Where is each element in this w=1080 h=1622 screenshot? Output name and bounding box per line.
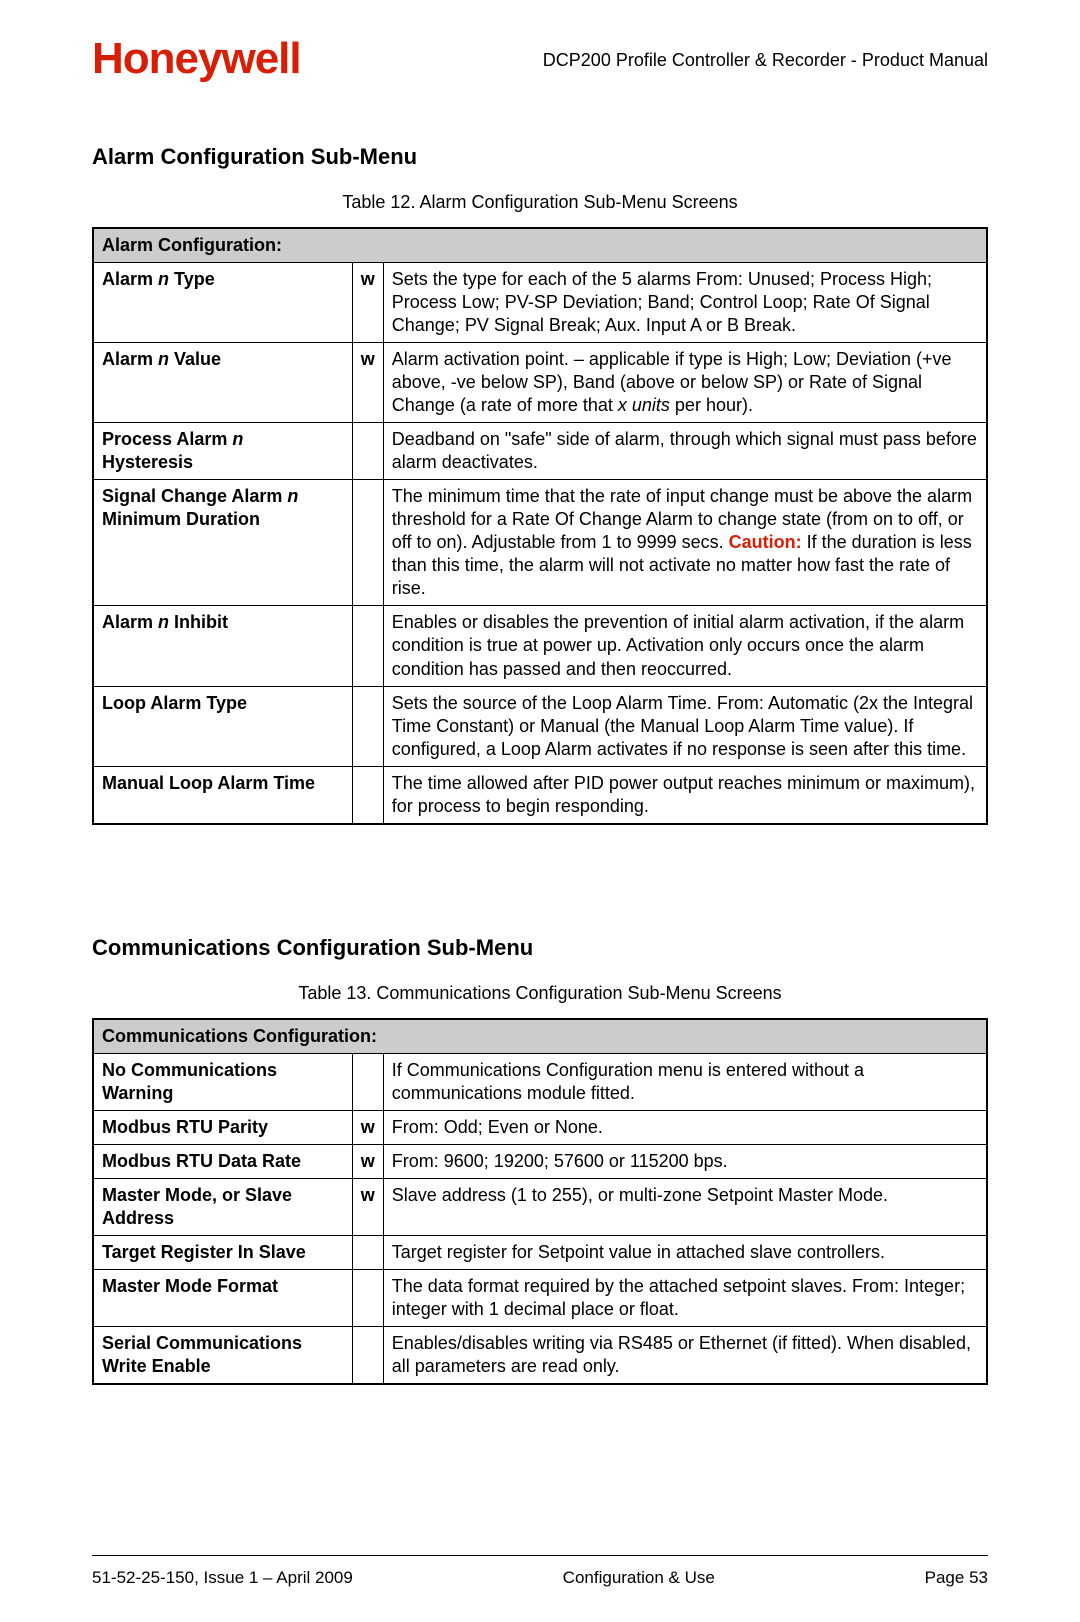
param-label: Alarm n Inhibit [93,606,352,686]
param-flag [352,1053,383,1110]
param-desc: Alarm activation point. – applicable if … [383,343,987,423]
footer-left: 51-52-25-150, Issue 1 – April 2009 [92,1568,353,1588]
desc-text: per hour). [670,395,753,415]
param-flag [352,686,383,766]
label-text: Hysteresis [102,452,193,472]
param-label: Master Mode Format [93,1269,352,1326]
label-text: Inhibit [169,612,228,632]
table-row: Alarm n Value w Alarm activation point. … [93,343,987,423]
table-section-title: Communications Configuration: [93,1019,987,1054]
param-flag: w [352,263,383,343]
param-label: Loop Alarm Type [93,686,352,766]
table-row: Target Register In Slave Target register… [93,1235,987,1269]
table-row: Serial Communications Write Enable Enabl… [93,1327,987,1385]
param-desc: From: Odd; Even or None. [383,1110,987,1144]
param-label: Modbus RTU Parity [93,1110,352,1144]
param-label: No Communications Warning [93,1053,352,1110]
param-flag [352,606,383,686]
label-ital: n [158,349,169,369]
table-row: Process Alarm n Hysteresis Deadband on "… [93,423,987,480]
table-row: Alarm n Inhibit Enables or disables the … [93,606,987,686]
param-label: Target Register In Slave [93,1235,352,1269]
param-label: Serial Communications Write Enable [93,1327,352,1385]
param-label: Alarm n Value [93,343,352,423]
param-desc: The time allowed after PID power output … [383,766,987,824]
label-text: Alarm [102,612,158,632]
label-ital: n [158,612,169,632]
param-desc: If Communications Configuration menu is … [383,1053,987,1110]
param-desc: Slave address (1 to 255), or multi-zone … [383,1178,987,1235]
label-text: Value [169,349,221,369]
param-desc: Deadband on "safe" side of alarm, throug… [383,423,987,480]
footer-center: Configuration & Use [563,1568,715,1588]
footer-right: Page 53 [925,1568,988,1588]
param-desc: Sets the source of the Loop Alarm Time. … [383,686,987,766]
comms-config-table: Communications Configuration: No Communi… [92,1018,988,1385]
param-desc: Sets the type for each of the 5 alarms F… [383,263,987,343]
param-desc: Target register for Setpoint value in at… [383,1235,987,1269]
table-row: Alarm n Type w Sets the type for each of… [93,263,987,343]
label-text: Signal Change Alarm [102,486,287,506]
param-desc: The minimum time that the rate of input … [383,480,987,606]
param-label: Manual Loop Alarm Time [93,766,352,824]
param-desc: The data format required by the attached… [383,1269,987,1326]
param-flag [352,766,383,824]
label-text: Process Alarm [102,429,232,449]
param-label: Signal Change Alarm n Minimum Duration [93,480,352,606]
table-row: Master Mode, or Slave Address w Slave ad… [93,1178,987,1235]
desc-caution: Caution: [729,532,802,552]
param-flag [352,1327,383,1385]
param-label: Process Alarm n Hysteresis [93,423,352,480]
label-text: Type [169,269,215,289]
doc-title: DCP200 Profile Controller & Recorder - P… [543,50,988,71]
param-flag [352,480,383,606]
table-caption-12: Table 12. Alarm Configuration Sub-Menu S… [92,192,988,213]
param-flag: w [352,1110,383,1144]
param-desc: From: 9600; 19200; 57600 or 115200 bps. [383,1144,987,1178]
table-section-title: Alarm Configuration: [93,228,987,263]
param-label: Modbus RTU Data Rate [93,1144,352,1178]
page-footer: 51-52-25-150, Issue 1 – April 2009 Confi… [92,1556,988,1588]
table-row: Signal Change Alarm n Minimum Duration T… [93,480,987,606]
table-row: Manual Loop Alarm Time The time allowed … [93,766,987,824]
table-row: Modbus RTU Parity w From: Odd; Even or N… [93,1110,987,1144]
param-flag: w [352,343,383,423]
label-text: Alarm [102,269,158,289]
desc-ital: x units [618,395,670,415]
label-text: Minimum Duration [102,509,260,529]
table-row: Master Mode Format The data format requi… [93,1269,987,1326]
page: Honeywell DCP200 Profile Controller & Re… [0,0,1080,1622]
table-row: Loop Alarm Type Sets the source of the L… [93,686,987,766]
alarm-config-table: Alarm Configuration: Alarm n Type w Sets… [92,227,988,825]
param-flag: w [352,1178,383,1235]
page-header: Honeywell DCP200 Profile Controller & Re… [92,34,988,84]
label-text: Alarm [102,349,158,369]
label-ital: n [287,486,298,506]
param-flag [352,1269,383,1326]
section-heading-comms: Communications Configuration Sub-Menu [92,935,988,961]
honeywell-logo: Honeywell [92,34,301,84]
table-section-row: Alarm Configuration: [93,228,987,263]
spacer [92,847,988,925]
param-label: Master Mode, or Slave Address [93,1178,352,1235]
label-ital: n [158,269,169,289]
param-flag [352,1235,383,1269]
section-heading-alarm: Alarm Configuration Sub-Menu [92,144,988,170]
param-flag: w [352,1144,383,1178]
table-caption-13: Table 13. Communications Configuration S… [92,983,988,1004]
label-ital: n [232,429,243,449]
param-desc: Enables or disables the prevention of in… [383,606,987,686]
param-desc: Enables/disables writing via RS485 or Et… [383,1327,987,1385]
param-label: Alarm n Type [93,263,352,343]
table-section-row: Communications Configuration: [93,1019,987,1054]
param-flag [352,423,383,480]
table-row: Modbus RTU Data Rate w From: 9600; 19200… [93,1144,987,1178]
table-row: No Communications Warning If Communicati… [93,1053,987,1110]
